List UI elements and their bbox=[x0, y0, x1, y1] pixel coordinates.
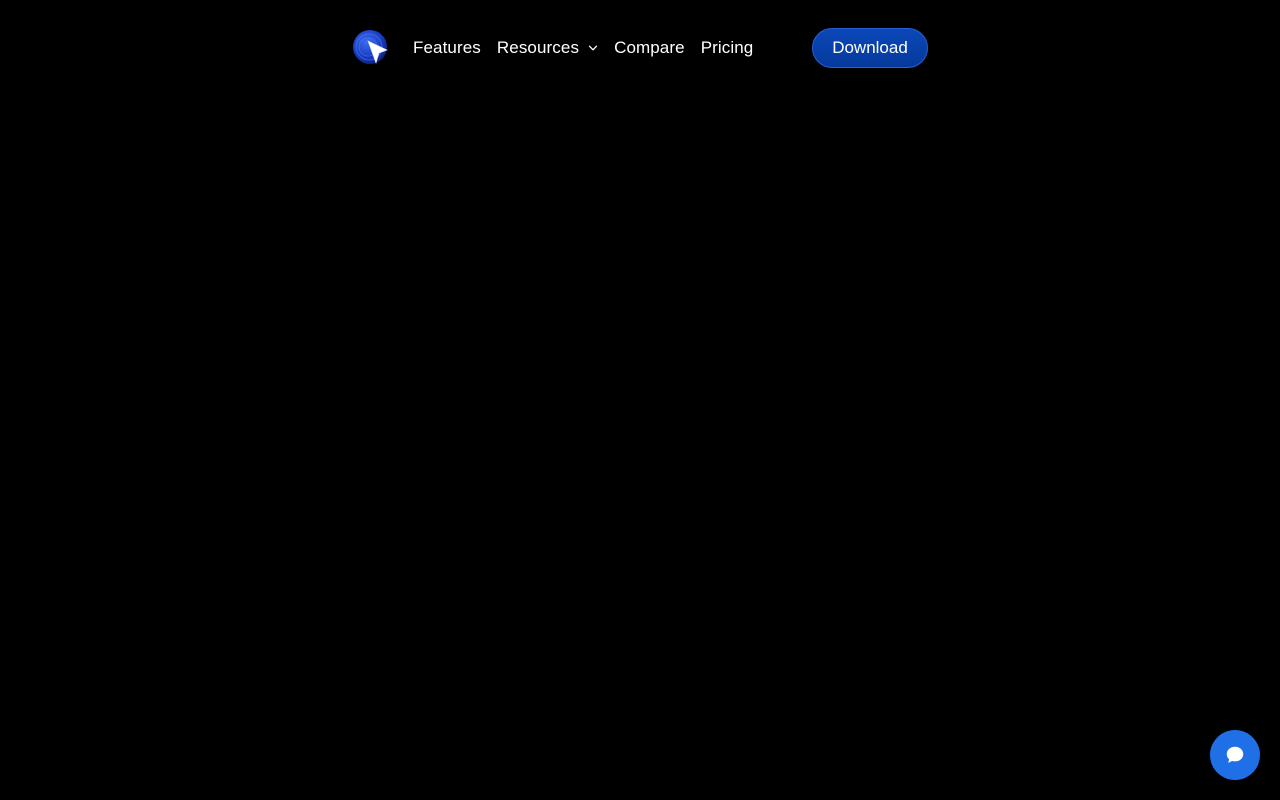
nav-pricing-link[interactable]: Pricing bbox=[701, 38, 754, 58]
nav-features-label: Features bbox=[413, 38, 481, 57]
nav-features-link[interactable]: Features bbox=[413, 38, 481, 58]
nav-resources-dropdown[interactable]: Resources bbox=[497, 38, 598, 58]
page: Features Resources Compare Pricing Downl… bbox=[0, 0, 1280, 800]
top-navbar: Features Resources Compare Pricing Downl… bbox=[352, 28, 928, 68]
nav-pricing-label: Pricing bbox=[700, 38, 754, 57]
nav-compare-link[interactable]: Compare bbox=[614, 38, 685, 58]
cursor-arrow-logo-icon bbox=[353, 30, 388, 64]
chevron-down-icon bbox=[588, 45, 598, 51]
chat-bubble-icon bbox=[1226, 746, 1244, 763]
nav-resources-label: Resources bbox=[496, 38, 580, 57]
nav-links: Features Resources Compare Pricing bbox=[413, 38, 769, 58]
logo-link[interactable] bbox=[352, 29, 390, 67]
chat-launcher-button[interactable] bbox=[1210, 730, 1260, 780]
nav-compare-label: Compare bbox=[614, 38, 685, 57]
download-button[interactable]: Download bbox=[812, 28, 928, 68]
